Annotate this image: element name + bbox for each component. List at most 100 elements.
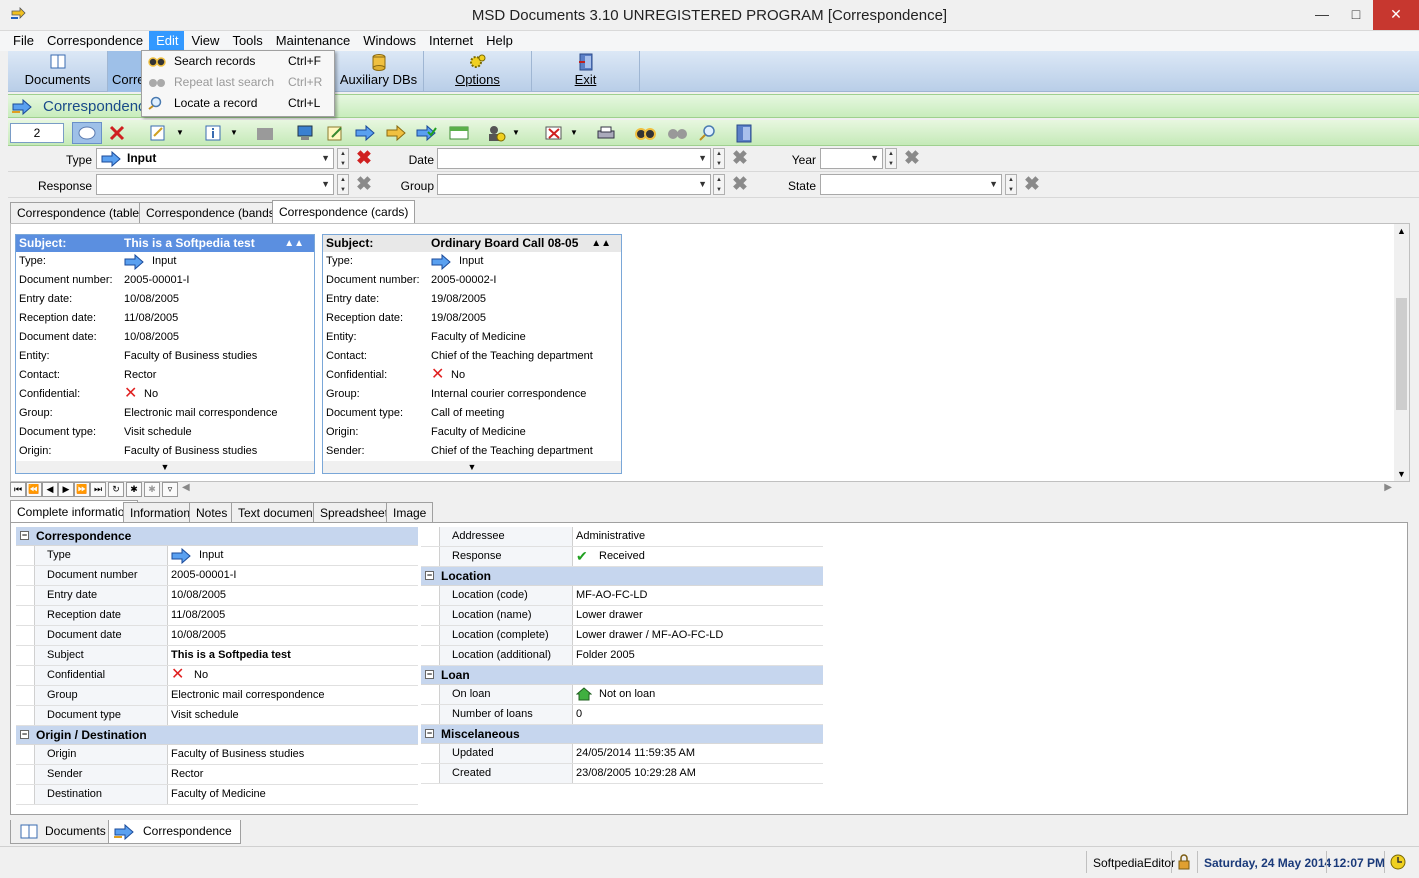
date-spinner[interactable]: ▲ ▼: [713, 148, 725, 169]
menu-edit[interactable]: Edit: [149, 31, 185, 51]
type-filter-combo[interactable]: Input ▼: [96, 148, 334, 169]
year-filter-combo[interactable]: ▼: [820, 148, 883, 169]
delete-record-icon[interactable]: [544, 124, 562, 142]
tab-correspondence-table[interactable]: Correspondence (table): [10, 202, 151, 223]
tab-image[interactable]: Image: [386, 502, 434, 523]
maximize-button[interactable]: □: [1339, 0, 1373, 30]
folder-icon[interactable]: [256, 124, 274, 142]
section-header[interactable]: − Miscelaneous: [421, 725, 823, 744]
section-header[interactable]: − Location: [421, 567, 823, 586]
menu-view[interactable]: View: [184, 31, 225, 51]
tab-notes[interactable]: Notes: [189, 502, 235, 523]
dropdown-arrow-icon[interactable]: ▼: [176, 124, 186, 142]
search-binoculars-icon[interactable]: [634, 124, 656, 142]
check-arrow-icon[interactable]: [416, 124, 437, 142]
expand-icon[interactable]: ▼: [16, 461, 314, 473]
refresh-icon[interactable]: ↻: [108, 482, 124, 497]
close-button[interactable]: ✕: [1373, 0, 1419, 30]
auxiliary-dbs-button[interactable]: Auxiliary DBs: [334, 51, 424, 92]
response-filter-combo[interactable]: ▼: [96, 174, 334, 195]
section-header[interactable]: − Origin / Destination: [16, 726, 418, 745]
exit-button[interactable]: Exit: [532, 51, 640, 92]
clear-state-icon[interactable]: ✖: [1024, 175, 1040, 195]
collapse-minus-icon[interactable]: −: [425, 670, 434, 679]
insert-icon[interactable]: ✱: [126, 482, 142, 497]
tab-correspondence-cards[interactable]: Correspondence (cards): [272, 200, 416, 224]
user-clock-icon[interactable]: [486, 124, 506, 142]
add-arrow-icon[interactable]: [355, 124, 375, 142]
repeat-search-icon[interactable]: [666, 124, 687, 142]
next-record-icon[interactable]: ▶: [58, 482, 74, 497]
section-header[interactable]: − Correspondence: [16, 527, 418, 546]
group-spinner[interactable]: ▲ ▼: [713, 174, 725, 195]
next-page-icon[interactable]: ⏩: [74, 482, 90, 497]
collapse-icon[interactable]: ▲▲: [591, 235, 611, 252]
first-record-icon[interactable]: ⏮: [10, 482, 26, 497]
options-button[interactable]: Options: [424, 51, 532, 92]
delete-icon[interactable]: [108, 124, 126, 142]
scroll-right-icon[interactable]: ▶: [1384, 482, 1392, 493]
menu-item-repeat-last-search[interactable]: Repeat last search Ctrl+R: [142, 72, 334, 93]
prev-record-icon[interactable]: ◀: [42, 482, 58, 497]
state-spinner[interactable]: ▲ ▼: [1005, 174, 1017, 195]
type-spinner[interactable]: ▲ ▼: [337, 148, 349, 169]
record-number-field[interactable]: 2: [10, 123, 64, 143]
collapse-minus-icon[interactable]: −: [20, 730, 29, 739]
collapse-minus-icon[interactable]: −: [20, 531, 29, 540]
record-card[interactable]: Subject: This is a Softpedia test ▲▲ Type:…: [15, 234, 315, 474]
insert-disabled-icon[interactable]: ✱: [144, 482, 160, 497]
locate-icon[interactable]: [698, 124, 716, 142]
response-spinner[interactable]: ▲ ▼: [337, 174, 349, 195]
computer-icon[interactable]: [296, 124, 314, 142]
state-filter-combo[interactable]: ▼: [820, 174, 1002, 195]
clear-year-icon[interactable]: ✖: [904, 149, 920, 169]
collapse-icon[interactable]: ▲▲: [284, 235, 304, 252]
forward-arrow-icon[interactable]: [386, 124, 406, 142]
year-spinner[interactable]: ▲ ▼: [885, 148, 897, 169]
tab-spreadsheet[interactable]: Spreadsheet: [313, 502, 396, 523]
minimize-button[interactable]: —: [1305, 0, 1339, 30]
printer-icon[interactable]: [596, 124, 615, 142]
prev-page-icon[interactable]: ⏪: [26, 482, 42, 497]
dropdown-arrow-icon[interactable]: ▼: [230, 124, 240, 142]
tab-correspondence-module[interactable]: Correspondence: [108, 820, 241, 844]
menu-file[interactable]: File: [6, 31, 40, 51]
edit-form-icon[interactable]: [149, 124, 167, 142]
clear-response-icon[interactable]: ✖: [356, 175, 372, 195]
menu-tools[interactable]: Tools: [225, 31, 268, 51]
date-filter-combo[interactable]: ▼: [437, 148, 711, 169]
tab-correspondence-bands[interactable]: Correspondence (bands): [139, 202, 286, 223]
collapse-minus-icon[interactable]: −: [425, 571, 434, 580]
clear-type-icon[interactable]: ✖: [356, 149, 372, 169]
last-record-icon[interactable]: ⏭: [90, 482, 106, 497]
menu-correspondence[interactable]: Correspondence: [40, 31, 149, 51]
clear-date-icon[interactable]: ✖: [732, 149, 748, 169]
dropdown-arrow-icon[interactable]: ▼: [512, 124, 522, 142]
folder-open-icon[interactable]: [448, 124, 469, 142]
menu-item-search-records[interactable]: Search records Ctrl+F: [142, 51, 334, 72]
menu-maintenance[interactable]: Maintenance: [269, 31, 356, 51]
tab-information[interactable]: Information: [123, 502, 198, 523]
world-icon[interactable]: [72, 122, 102, 144]
expand-icon[interactable]: ▼: [323, 461, 621, 473]
scroll-up-icon[interactable]: ▲: [1397, 226, 1406, 236]
tab-text-document[interactable]: Text document: [231, 502, 324, 523]
menu-internet[interactable]: Internet: [422, 31, 479, 51]
info-icon[interactable]: [204, 124, 222, 142]
cards-vertical-scrollbar[interactable]: ▲ ▼: [1394, 224, 1409, 481]
tab-documents-module[interactable]: Documents: [10, 820, 115, 844]
tab-complete-information[interactable]: Complete information: [10, 500, 139, 524]
scroll-down-icon[interactable]: ▼: [1397, 469, 1406, 479]
collapse-minus-icon[interactable]: −: [425, 729, 434, 738]
menu-item-locate-record[interactable]: Locate a record Ctrl+L: [142, 93, 334, 114]
filter-funnel-icon[interactable]: ▿: [162, 482, 178, 497]
exit-module-icon[interactable]: [734, 124, 752, 143]
scrollbar-thumb[interactable]: [1396, 298, 1407, 410]
dropdown-arrow-icon[interactable]: ▼: [570, 124, 580, 142]
notepad-icon[interactable]: [326, 124, 344, 142]
correspondence-button[interactable]: Corre: [108, 51, 145, 92]
documents-button[interactable]: Documents: [8, 51, 108, 92]
record-card[interactable]: Subject: Ordinary Board Call 08-05 ▲▲ Type…: [322, 234, 622, 474]
group-filter-combo[interactable]: ▼: [437, 174, 711, 195]
menu-help[interactable]: Help: [479, 31, 519, 51]
